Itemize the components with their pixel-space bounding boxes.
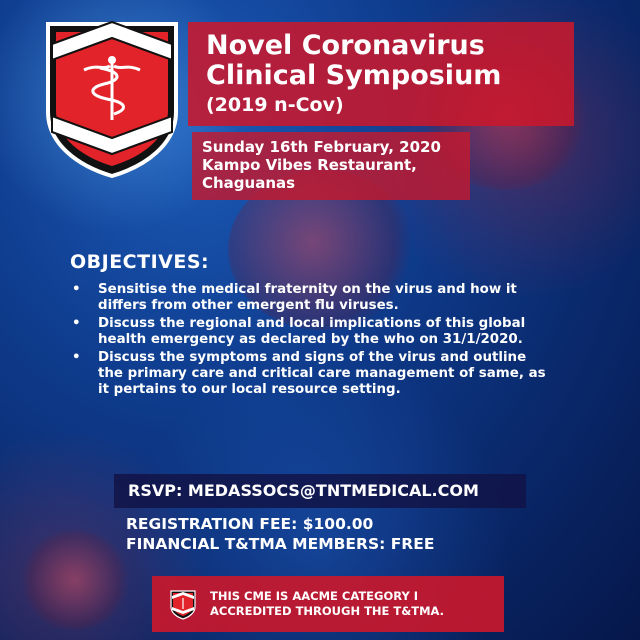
rsvp-email: RSVP: MEDASSOCS@TNTMEDICAL.COM (128, 481, 479, 500)
title-line-3: (2019 n-Cov) (206, 94, 344, 116)
registration-fee: REGISTRATION FEE: $100.00 (126, 515, 374, 533)
bullet-icon: • (72, 282, 81, 297)
event-details: Sunday 16th February, 2020 Kampo Vibes R… (192, 132, 470, 200)
event-date: Sunday 16th February, 2020 (202, 138, 441, 156)
shield-logo-icon (170, 590, 196, 620)
rsvp-banner: RSVP: MEDASSOCS@TNTMEDICAL.COM (114, 474, 526, 508)
event-city: Chaguanas (202, 174, 296, 192)
shield-logo-icon (46, 20, 178, 179)
list-item: • Discuss the symptoms and signs of the … (72, 350, 552, 398)
objective-text: Discuss the symptoms and signs of the vi… (98, 350, 546, 397)
list-item: • Sensitise the medical fraternity on th… (72, 282, 552, 314)
tt-medical-association-logo (44, 20, 180, 179)
members-fee: FINANCIAL T&TMA MEMBERS: FREE (126, 535, 435, 553)
accreditation-line-1: THIS CME IS AACME CATEGORY I (210, 589, 419, 603)
bullet-icon: • (72, 350, 81, 365)
objective-text: Discuss the regional and local implicati… (98, 316, 526, 347)
event-venue: Kampo Vibes Restaurant, (202, 156, 417, 174)
virus-illustration (20, 530, 130, 630)
objective-text: Sensitise the medical fraternity on the … (98, 282, 517, 313)
accreditation-line-2: ACCREDITED THROUGH THE T&TMA. (210, 604, 445, 618)
objectives-list: • Sensitise the medical fraternity on th… (72, 282, 552, 400)
bullet-icon: • (72, 316, 81, 331)
objectives-heading: OBJECTIVES: (70, 251, 210, 273)
list-item: • Discuss the regional and local implica… (72, 316, 552, 348)
accreditation-banner: THIS CME IS AACME CATEGORY I ACCREDITED … (152, 576, 504, 632)
title-line-2: Clinical Symposium (206, 60, 502, 91)
title-line-1: Novel Coronavirus (206, 30, 485, 61)
title-banner: Novel Coronavirus Clinical Symposium (20… (188, 22, 574, 126)
